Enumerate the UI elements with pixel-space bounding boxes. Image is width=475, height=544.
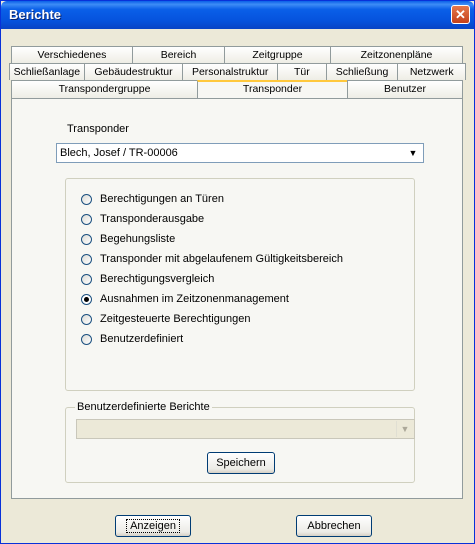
radio-circle[interactable] — [81, 233, 92, 245]
radio-ausnahmen-zeitzonenmanagement[interactable]: Ausnahmen im Zeitzonenmanagement — [81, 292, 289, 306]
radio-berechtigungen-an-tueren[interactable]: Berechtigungen an Türen — [81, 192, 224, 206]
radio-circle[interactable] — [81, 193, 92, 205]
custom-reports-title: Benutzerdefinierte Berichte — [75, 401, 212, 413]
radio-transponder-abgelaufen[interactable]: Transponder mit abgelaufenem Gültigkeits… — [81, 252, 343, 266]
transponder-select[interactable]: Blech, Josef / TR-00006 ▼ — [56, 143, 424, 163]
tab-row-1: Verschiedenes Bereich Zeitgruppe Zeitzon… — [11, 46, 463, 63]
report-dialog: Berichte ✕ Verschiedenes Bereich Zeitgru… — [0, 0, 475, 544]
custom-report-select[interactable]: ▼ — [76, 419, 415, 439]
tab-gebaeudestruktur[interactable]: Gebäudestruktur — [83, 63, 183, 80]
radio-transponderausgabe[interactable]: Transponderausgabe — [81, 212, 204, 226]
tab-netzwerk[interactable]: Netzwerk — [397, 63, 467, 80]
chevron-down-icon[interactable]: ▼ — [396, 421, 413, 437]
tab-benutzer[interactable]: Benutzer — [347, 80, 463, 98]
radio-benutzerdefiniert[interactable]: Benutzerdefiniert — [81, 332, 183, 346]
radio-circle[interactable] — [81, 273, 92, 285]
close-icon[interactable]: ✕ — [451, 5, 470, 24]
radio-label: Begehungsliste — [100, 233, 176, 245]
transponder-label: Transponder — [67, 123, 129, 135]
radio-label: Berechtigungsvergleich — [100, 273, 215, 285]
radio-label: Benutzerdefiniert — [100, 333, 184, 345]
title-bar[interactable]: Berichte ✕ — [1, 1, 474, 29]
tab-zeitgruppe[interactable]: Zeitgruppe — [224, 46, 330, 63]
tab-row-2: Schließanlage Gebäudestruktur Personalst… — [9, 63, 467, 80]
tab-schliessung[interactable]: Schließung — [325, 63, 398, 80]
tab-transponder[interactable]: Transponder — [197, 80, 347, 98]
radio-label: Transponder mit abgelaufenem Gültigkeits… — [100, 253, 343, 265]
tab-personalstruktur[interactable]: Personalstruktur — [182, 63, 278, 80]
radio-label: Transponderausgabe — [100, 213, 205, 225]
tab-bereich[interactable]: Bereich — [132, 46, 224, 63]
tab-verschiedenes[interactable]: Verschiedenes — [11, 46, 132, 63]
save-button[interactable]: Speichern — [207, 452, 275, 474]
radio-circle[interactable] — [81, 313, 92, 325]
show-button-label: Anzeigen — [126, 519, 180, 533]
tab-schliessanlage[interactable]: Schließanlage — [9, 63, 84, 80]
tab-zeitzonenplaene[interactable]: Zeitzonenpläne — [330, 46, 463, 63]
chevron-down-icon[interactable]: ▼ — [405, 146, 421, 161]
radio-circle[interactable] — [81, 213, 92, 225]
radio-label: Ausnahmen im Zeitzonenmanagement — [100, 293, 289, 305]
transponder-select-value: Blech, Josef / TR-00006 — [60, 147, 178, 159]
tab-tuer[interactable]: Tür — [277, 63, 326, 80]
radio-berechtigungsvergleich[interactable]: Berechtigungsvergleich — [81, 272, 214, 286]
radio-label: Berechtigungen an Türen — [100, 193, 224, 205]
radio-circle[interactable] — [81, 253, 92, 265]
window-title: Berichte — [9, 7, 62, 22]
cancel-button[interactable]: Abbrechen — [296, 515, 372, 537]
radio-label: Zeitgesteuerte Berechtigungen — [100, 313, 251, 325]
show-button[interactable]: Anzeigen — [115, 515, 191, 537]
radio-circle-selected[interactable] — [81, 293, 92, 305]
radio-zeitgesteuerte-berechtigungen[interactable]: Zeitgesteuerte Berechtigungen — [81, 312, 250, 326]
tab-transpondergruppe[interactable]: Transpondergruppe — [11, 80, 197, 98]
radio-circle[interactable] — [81, 333, 92, 345]
radio-begehungsliste[interactable]: Begehungsliste — [81, 232, 175, 246]
tab-row-3: Transpondergruppe Transponder Benutzer — [11, 80, 463, 98]
